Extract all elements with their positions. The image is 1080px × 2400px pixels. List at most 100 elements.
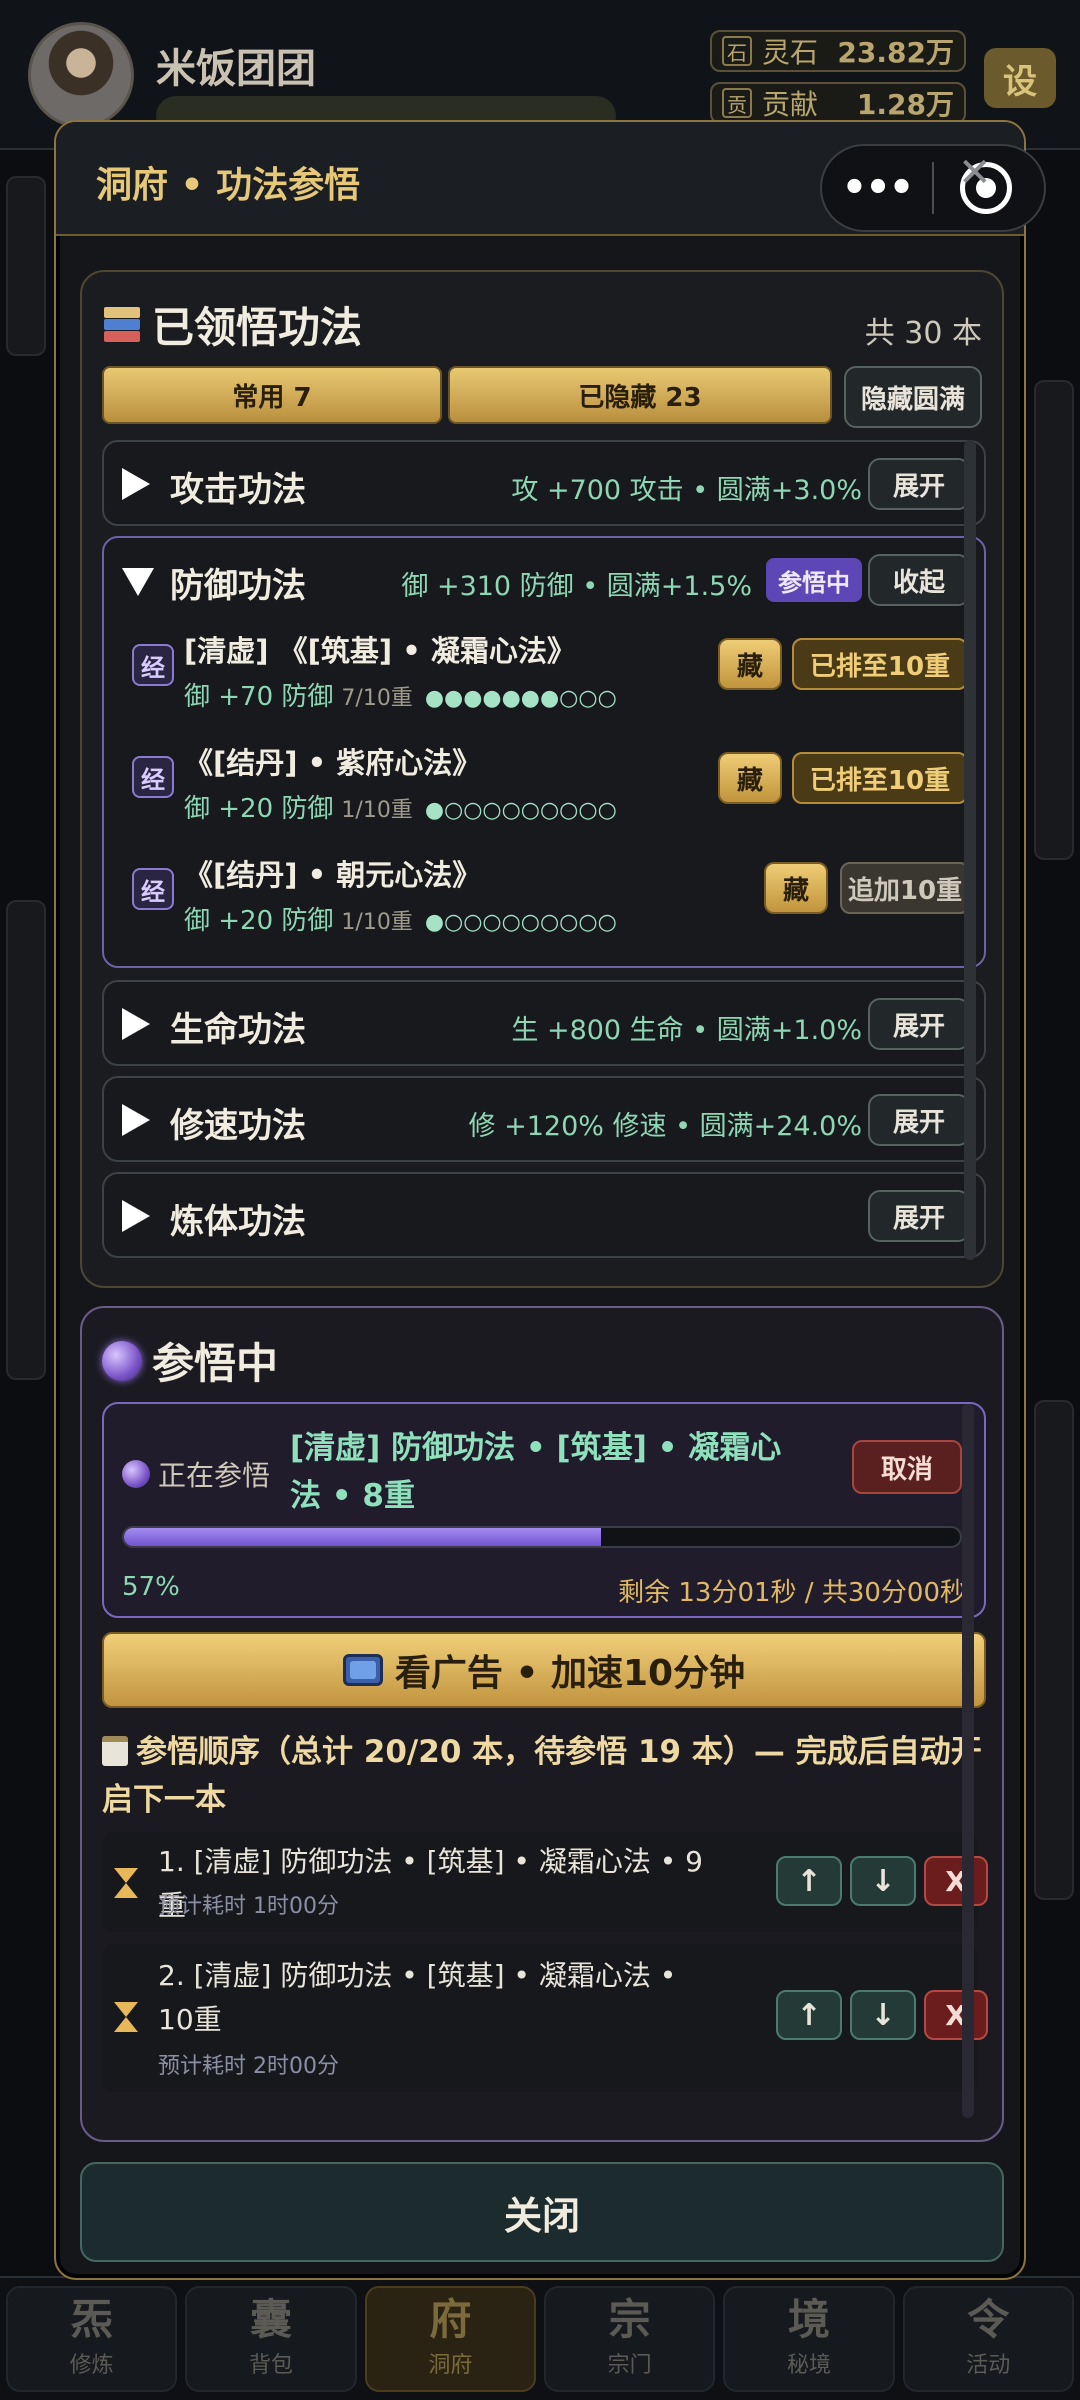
queue-item-estimate: 预计耗时 1时00分 (158, 1894, 339, 1919)
hide-full-button[interactable]: 隐藏圆满 (844, 366, 982, 428)
expand-button[interactable]: 展开 (868, 998, 970, 1050)
move-down-button[interactable]: ↓ (850, 1856, 916, 1906)
background-card-edge (1034, 1400, 1074, 1900)
collapse-button[interactable]: 收起 (868, 554, 970, 606)
section-title-text: 参悟中 (152, 1339, 279, 1388)
crystal-ball-icon (102, 1340, 142, 1381)
hide-technique-button[interactable]: 藏 (718, 752, 782, 804)
cancel-button[interactable]: 取消 (852, 1440, 962, 1494)
hide-technique-button[interactable]: 藏 (718, 638, 782, 690)
move-up-button[interactable]: ↑ (776, 1990, 842, 2040)
level-text: 1/10重 (341, 910, 413, 935)
queue-item: 1. [清虚] 防御功法 • [筑基] • 凝霜心法 • 9重 预计耗时 1时0… (102, 1832, 988, 1932)
background-card-edge (6, 176, 46, 356)
current-label-text: 正在参悟 (158, 1459, 271, 1492)
level-pips: ●○○○○○○○○○ (424, 910, 617, 935)
ad-button-label: 看广告 • 加速10分钟 (394, 1653, 746, 1694)
remaining-time: 剩余 13分01秒 / 共30分00秒 (618, 1578, 966, 1608)
expand-triangle-icon (122, 1008, 150, 1040)
level-pips: ●●●●●●●○○○ (424, 686, 617, 711)
move-up-button[interactable]: ↑ (776, 1856, 842, 1906)
contribution-icon: 贡 (722, 88, 752, 118)
technique-item: 经 《[结丹] • 紫府心法》 御 +20 防御 1/10重 ●○○○○○○○○○ … (128, 734, 968, 830)
expand-button[interactable]: 展开 (868, 1190, 970, 1242)
remove-from-queue-button[interactable]: X (924, 1856, 988, 1906)
expand-triangle-icon (122, 1200, 150, 1232)
nav-secret-realm[interactable]: 境秘境 (723, 2286, 895, 2392)
category-stat: 修 +120% 修速 • 圆满+24.0% (468, 1111, 862, 1142)
bonus-text: 御 +70 防御 (184, 682, 334, 712)
category-stat: 御 +310 防御 • 圆满+1.5% (401, 571, 752, 602)
remove-from-queue-button[interactable]: X (924, 1990, 988, 2040)
tab-common[interactable]: 常用 7 (102, 366, 442, 424)
progress-fill (124, 1528, 601, 1546)
hourglass-icon (114, 2002, 138, 2032)
queued-to-max-button[interactable]: 已排至10重 (792, 752, 968, 804)
current-label: 正在参悟 (122, 1454, 270, 1494)
more-menu-icon[interactable]: ••• (822, 165, 932, 211)
hide-technique-button[interactable]: 藏 (764, 862, 828, 914)
bottom-nav: 炁修炼 囊背包 府洞府 宗宗门 境秘境 令活动 (0, 2276, 1080, 2400)
category-speed[interactable]: 修速功法 修 +120% 修速 • 圆满+24.0% 展开 (102, 1076, 986, 1162)
category-defense: 防御功法 御 +310 防御 • 圆满+1.5% 参悟中 收起 经 [清虚] 《… (102, 536, 986, 968)
nav-bag[interactable]: 囊背包 (185, 2286, 357, 2392)
resource-value: 23.82万 (837, 36, 954, 69)
resource-contribution: 贡 贡献 1.28万 (710, 82, 966, 124)
comprehension-progress-bar (122, 1526, 962, 1548)
expand-button[interactable]: 展开 (868, 458, 970, 510)
category-stat: 攻 +700 攻击 • 圆满+3.0% (511, 475, 862, 506)
watch-ad-speedup-button[interactable]: 看广告 • 加速10分钟 (102, 1632, 986, 1708)
expand-button[interactable]: 展开 (868, 1094, 970, 1146)
resource-label: 贡献 (762, 88, 819, 121)
close-button[interactable]: 关闭 (80, 2162, 1004, 2262)
section-title-text: 已领悟功法 (152, 303, 363, 352)
player-avatar[interactable] (28, 22, 134, 128)
resource-spirit-stone: 石 灵石 23.82万 (710, 30, 966, 72)
technique-bonus: 御 +20 防御 1/10重 ●○○○○○○○○○ (184, 788, 617, 825)
technique-total: 共 30 本 (864, 316, 982, 351)
tab-hidden[interactable]: 已隐藏 23 (448, 366, 832, 424)
queue-title-text: 参悟顺序（总计 20/20 本，待参悟 19 本）— 完成后自动开启下一本 (102, 1734, 982, 1818)
move-down-button[interactable]: ↓ (850, 1990, 916, 2040)
nav-cultivate[interactable]: 炁修炼 (6, 2286, 178, 2392)
add-10-levels-button[interactable]: 追加10重 (840, 862, 970, 914)
technique-bonus: 御 +70 防御 7/10重 ●●●●●●●○○○ (184, 676, 617, 713)
category-life[interactable]: 生命功法 生 +800 生命 • 圆满+1.0% 展开 (102, 980, 986, 1066)
resource-value: 1.28万 (856, 88, 954, 121)
nav-cave[interactable]: 府洞府 (364, 2286, 536, 2392)
level-text: 1/10重 (341, 798, 413, 823)
queue-item-name: 2. [清虚] 防御功法 • [筑基] • 凝霜心法 • 10重 (158, 1959, 677, 2036)
close-icon[interactable]: ✕ (958, 150, 992, 196)
settings-button[interactable]: 设 (984, 48, 1056, 108)
category-attack[interactable]: 攻击功法 攻 +700 攻击 • 圆满+3.0% 展开 (102, 440, 986, 526)
capsule-separator (932, 162, 934, 214)
learned-techniques-panel: 已领悟功法 共 30 本 常用 7 已隐藏 23 隐藏圆满 攻击功法 攻 +70… (80, 270, 1004, 1288)
nav-sect[interactable]: 宗宗门 (543, 2286, 716, 2392)
queue-scrollbar[interactable] (962, 1404, 974, 2118)
technique-item: 经 《[结丹] • 朝元心法》 御 +20 防御 1/10重 ●○○○○○○○○○ … (128, 846, 970, 942)
secret-realm-icon: 境 (787, 2295, 830, 2344)
hourglass-icon (114, 1868, 138, 1898)
scripture-icon: 经 (132, 868, 174, 910)
queue-item: 2. [清虚] 防御功法 • [筑基] • 凝霜心法 • 10重 预计耗时 2时… (102, 1944, 988, 2092)
category-body-refining[interactable]: 炼体功法 展开 (102, 1172, 986, 1258)
technique-bonus: 御 +20 防御 1/10重 ●○○○○○○○○○ (184, 900, 617, 937)
technique-list-scrollbar[interactable] (964, 440, 976, 1260)
books-icon (102, 305, 142, 345)
nav-events[interactable]: 令活动 (902, 2286, 1074, 2392)
miniprogram-capsule: ••• ✕ (820, 144, 1046, 232)
category-name: 修速功法 (170, 1106, 306, 1146)
nav-label: 背包 (248, 2353, 293, 2378)
modal-title: 洞府 • 功法参悟 (96, 165, 361, 206)
events-icon: 令 (967, 2295, 1010, 2344)
progress-percent: 57% (122, 1572, 180, 1602)
nav-label: 秘境 (786, 2353, 831, 2378)
technique-modal: 洞府 • 功法参悟 已领悟功法 共 30 本 常用 7 已隐藏 23 隐藏圆满 … (54, 120, 1026, 2280)
bonus-text: 御 +20 防御 (184, 906, 334, 936)
tv-icon (342, 1654, 383, 1686)
nav-label: 洞府 (428, 2353, 473, 2378)
queued-to-max-button[interactable]: 已排至10重 (792, 638, 968, 690)
current-technique-name: [清虚] 防御功法 • [筑基] • 凝霜心法 • 8重 (290, 1430, 782, 1514)
category-name: 防御功法 (170, 566, 306, 606)
comprehending-badge: 参悟中 (766, 558, 862, 602)
